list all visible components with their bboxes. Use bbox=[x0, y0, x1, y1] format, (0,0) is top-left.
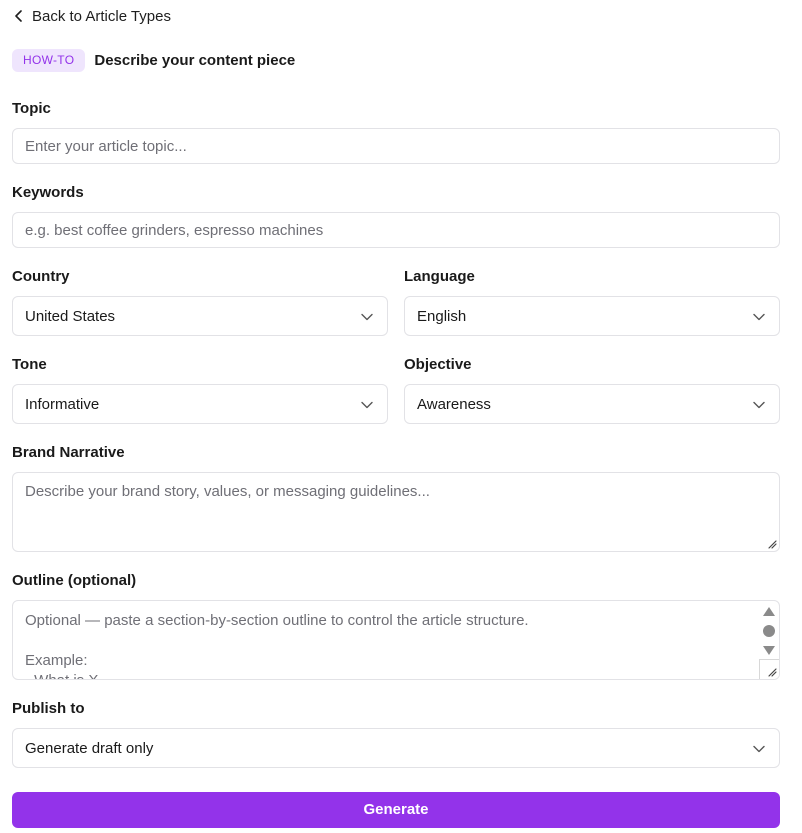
objective-label: Objective bbox=[404, 356, 472, 373]
tone-value: Informative bbox=[25, 396, 100, 413]
brand-narrative-textarea[interactable]: Describe your brand story, values, or me… bbox=[12, 472, 780, 552]
objective-select[interactable]: Awareness bbox=[404, 384, 780, 424]
chevron-down-icon bbox=[753, 313, 765, 321]
topic-label: Topic bbox=[12, 100, 51, 117]
chevron-down-icon bbox=[753, 401, 765, 409]
objective-value: Awareness bbox=[417, 396, 491, 413]
outline-placeholder-line: - What is X bbox=[25, 671, 529, 679]
chevron-down-icon bbox=[361, 313, 373, 321]
country-value: United States bbox=[25, 308, 116, 325]
outline-placeholder-spacer bbox=[25, 631, 529, 651]
tone-select[interactable]: Informative bbox=[12, 384, 388, 424]
publish-to-value: Generate draft only bbox=[25, 740, 154, 757]
keywords-input[interactable]: e.g. best coffee grinders, espresso mach… bbox=[12, 212, 780, 248]
language-value: English bbox=[417, 308, 467, 325]
keywords-label: Keywords bbox=[12, 184, 84, 201]
country-select[interactable]: United States bbox=[12, 296, 388, 336]
outline-label: Outline (optional) bbox=[12, 572, 137, 589]
language-label: Language bbox=[404, 268, 475, 285]
topic-placeholder: Enter your article topic... bbox=[25, 138, 187, 155]
chevron-down-icon bbox=[753, 745, 765, 753]
content-piece-header: HOW-TO Describe your content piece bbox=[12, 49, 295, 72]
outline-textarea[interactable]: Optional — paste a section-by-section ou… bbox=[12, 600, 780, 680]
scroll-up-arrow-icon[interactable] bbox=[763, 607, 775, 616]
scroll-down-arrow-icon[interactable] bbox=[763, 646, 775, 655]
publish-to-label: Publish to bbox=[12, 700, 85, 717]
outline-placeholder-line: Example: bbox=[25, 652, 88, 669]
chevron-down-icon bbox=[361, 401, 373, 409]
chevron-left-icon bbox=[15, 10, 22, 22]
back-to-article-types-link[interactable]: Back to Article Types bbox=[14, 6, 171, 26]
tone-label: Tone bbox=[12, 356, 47, 373]
scrollbar-thumb[interactable] bbox=[763, 625, 775, 637]
outline-placeholder: Optional — paste a section-by-section ou… bbox=[25, 611, 529, 679]
outline-scrollbar[interactable] bbox=[759, 601, 779, 679]
publish-to-select[interactable]: Generate draft only bbox=[12, 728, 780, 768]
resize-handle-icon[interactable] bbox=[767, 539, 777, 549]
page-title: Describe your content piece bbox=[94, 52, 296, 69]
resize-handle-icon[interactable] bbox=[767, 667, 777, 677]
topic-input[interactable]: Enter your article topic... bbox=[12, 128, 780, 164]
brand-narrative-label: Brand Narrative bbox=[12, 444, 125, 461]
keywords-placeholder: e.g. best coffee grinders, espresso mach… bbox=[25, 222, 324, 239]
outline-placeholder-line: Optional — paste a section-by-section ou… bbox=[25, 612, 529, 629]
scrollbar-corner bbox=[759, 659, 779, 679]
country-label: Country bbox=[12, 268, 70, 285]
back-link-label: Back to Article Types bbox=[32, 7, 171, 25]
generate-button[interactable]: Generate bbox=[12, 792, 780, 828]
brand-narrative-placeholder: Describe your brand story, values, or me… bbox=[25, 483, 430, 500]
language-select[interactable]: English bbox=[404, 296, 780, 336]
article-type-badge: HOW-TO bbox=[12, 49, 86, 72]
